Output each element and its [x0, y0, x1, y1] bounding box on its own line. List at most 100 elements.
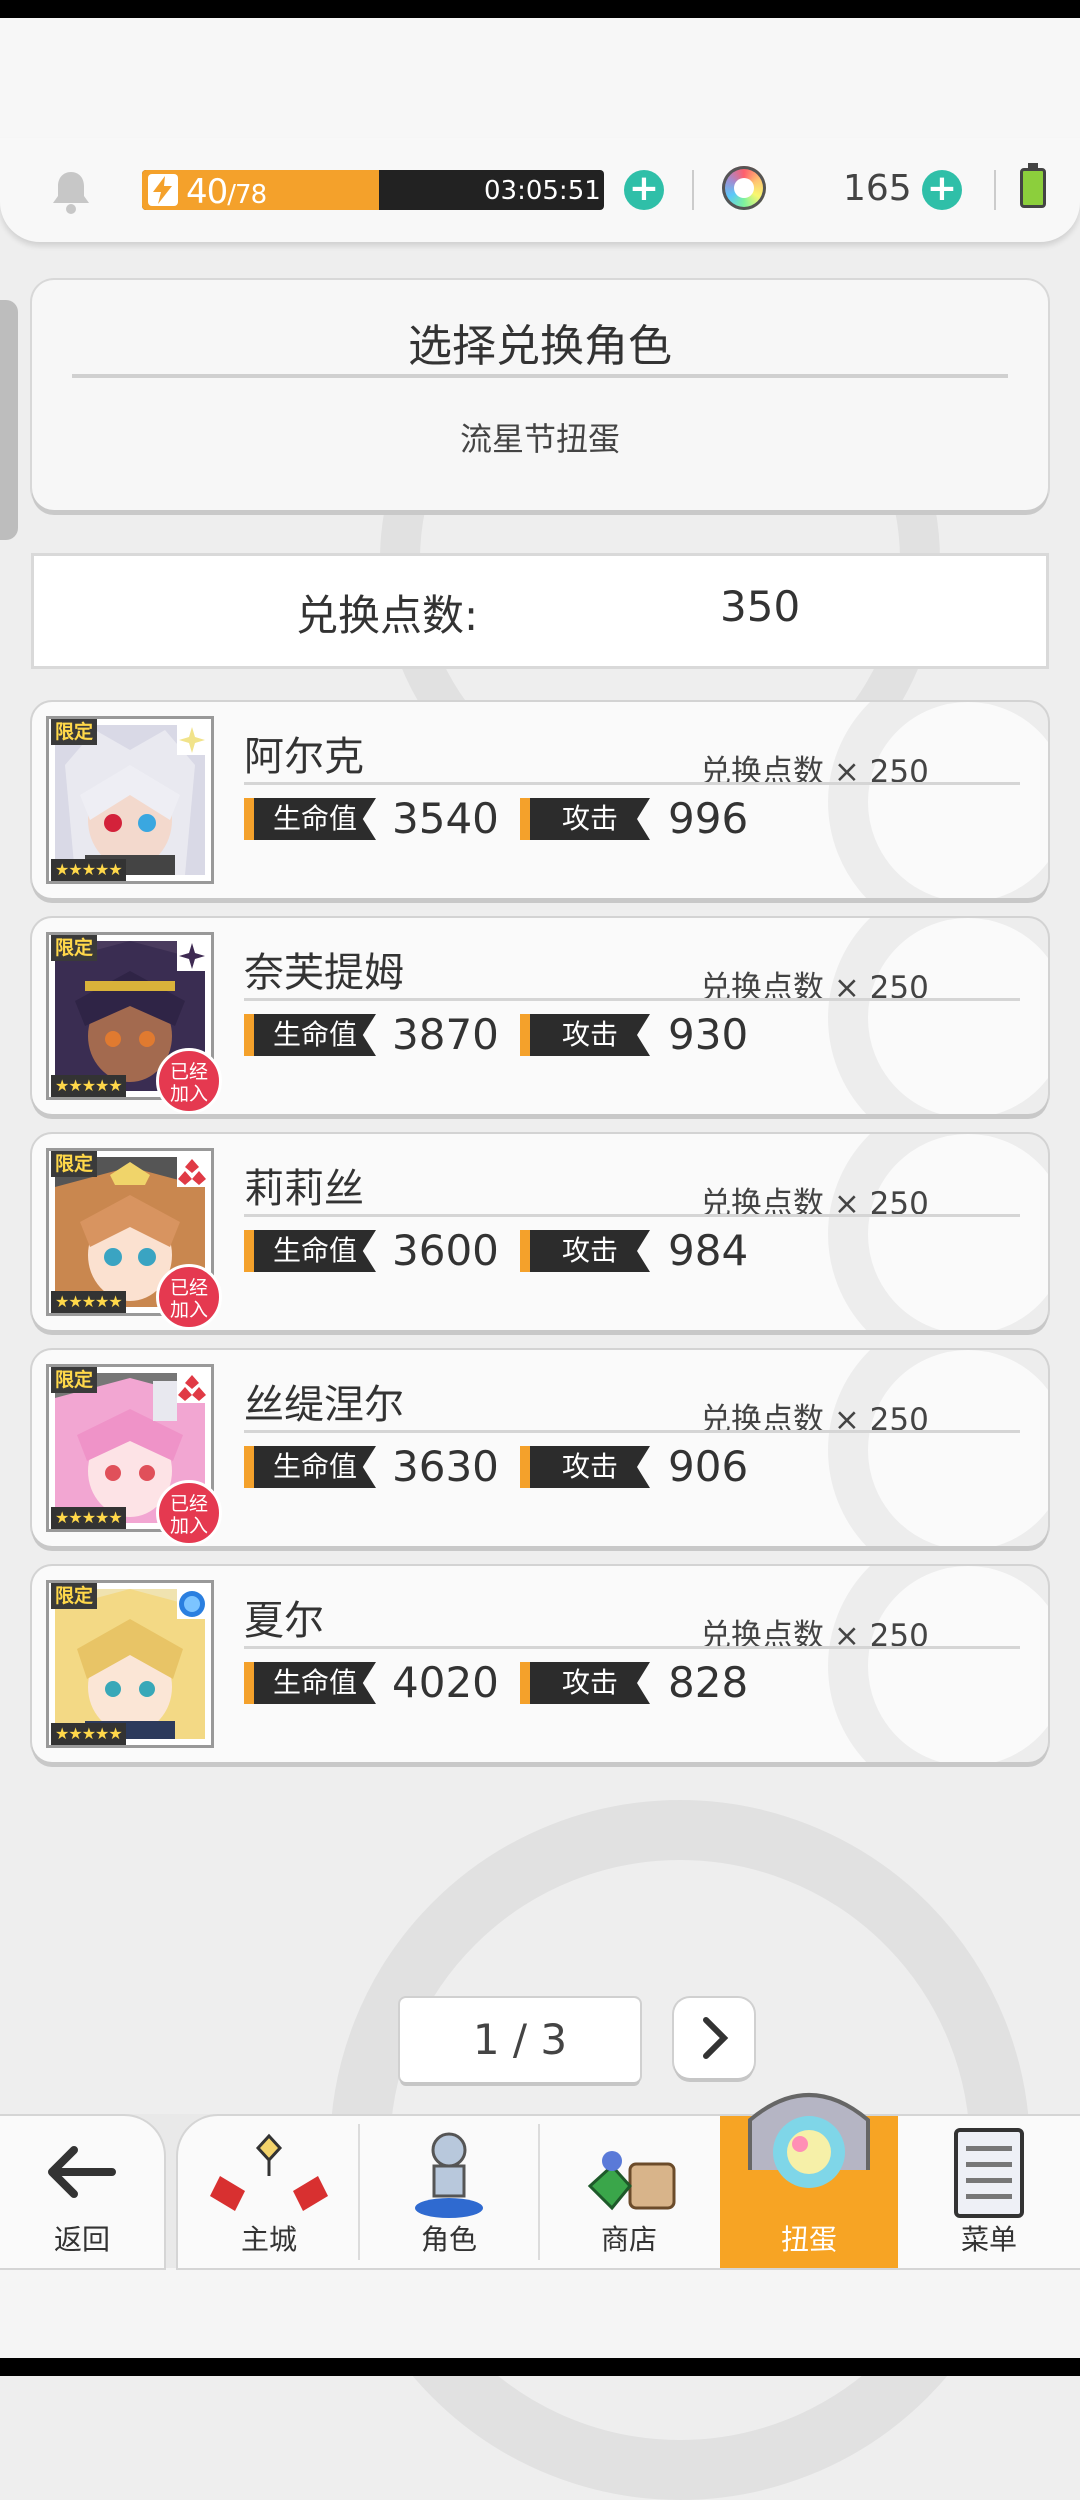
hp-value: 3600: [392, 1226, 499, 1275]
rarity-stars: ★★★★★: [51, 1291, 126, 1313]
character-name: 丝缇涅尔: [244, 1382, 404, 1428]
card-divider: [244, 1646, 1020, 1649]
character-card[interactable]: 限定 ★★★★★ 已经 加入 莉莉丝 兑换点数 × 250 生命值 3600 攻击…: [32, 1134, 1048, 1330]
bottom-nav-strip: [0, 2268, 1080, 2358]
character-name: 夏尔: [244, 1598, 324, 1644]
character-portrait: 限定 ★★★★★: [46, 1580, 214, 1748]
hud-divider: [994, 170, 996, 210]
hp-label: 生命值: [244, 1446, 376, 1488]
fire-element-icon: [177, 1157, 207, 1187]
attack-value: 906: [668, 1442, 749, 1491]
status-bar-top: [0, 0, 1080, 18]
nav-item-town[interactable]: 主城: [180, 2116, 358, 2268]
attack-value: 930: [668, 1010, 749, 1059]
chevron-right-icon: [703, 2017, 729, 2059]
fire-element-icon: [177, 1373, 207, 1403]
nav-label: 商店: [600, 2223, 657, 2256]
card-gear-decoration: [828, 702, 1048, 898]
nav-label: 菜单: [960, 2223, 1017, 2256]
nav-item-shop[interactable]: 商店: [540, 2116, 718, 2268]
nav-item-characters[interactable]: 角色: [360, 2116, 538, 2268]
bell-icon[interactable]: [50, 168, 92, 216]
attack-label: 攻击: [520, 1014, 650, 1056]
rarity-stars: ★★★★★: [51, 859, 126, 881]
card-gear-decoration: [828, 1566, 1048, 1762]
character-name: 奈芙提姆: [244, 950, 404, 996]
shop-icon: [587, 2151, 676, 2211]
limited-tag: 限定: [51, 1583, 98, 1609]
card-gear-decoration: [828, 1350, 1048, 1546]
joined-badge: 已经 加入: [156, 1048, 222, 1114]
battery-icon: [1020, 168, 1046, 208]
hp-label: 生命值: [244, 798, 376, 840]
nav-item-gacha[interactable]: 扭蛋: [720, 2093, 898, 2268]
character-card[interactable]: 限定 ★★★★★ 夏尔 兑换点数 × 250 生命值 4020 攻击 828: [32, 1566, 1048, 1762]
points-box: [34, 556, 1046, 666]
card-divider: [244, 1430, 1020, 1433]
nav-label: 角色: [420, 2223, 477, 2256]
gacha-icon: [748, 2093, 870, 2188]
top-spacer: [0, 18, 1080, 138]
limited-tag: 限定: [51, 719, 98, 745]
page-indicator: 1 / 3: [400, 1998, 640, 2082]
card-gear-decoration: [828, 918, 1048, 1114]
status-bar-bottom: [0, 2358, 1080, 2376]
attack-value: 984: [668, 1226, 749, 1275]
attack-label: 攻击: [520, 1446, 650, 1488]
attack-label: 攻击: [520, 1230, 650, 1272]
title-divider: [72, 374, 1008, 378]
points-label: 兑换点数:: [296, 591, 479, 640]
nav-item-menu[interactable]: 菜单: [900, 2116, 1078, 2268]
character-card[interactable]: 限定 ★★★★★ 已经 加入 奈芙提姆 兑换点数 × 250 生命值 3870 攻…: [32, 918, 1048, 1114]
attack-value: 996: [668, 794, 749, 843]
attack-label: 攻击: [520, 1662, 650, 1704]
points-value: 350: [720, 582, 801, 631]
card-divider: [244, 782, 1020, 785]
character-card[interactable]: 限定 ★★★★★ 已经 加入 丝缇涅尔 兑换点数 × 250 生命值 3630 攻…: [32, 1350, 1048, 1546]
card-gear-decoration: [828, 1134, 1048, 1330]
page-subtitle: 流星节扭蛋: [459, 420, 620, 458]
nav-label: 主城: [240, 2223, 297, 2256]
stamina-value: 40/78: [186, 172, 267, 212]
add-stamina-button[interactable]: +: [624, 170, 664, 210]
rarity-stars: ★★★★★: [51, 1723, 126, 1745]
gem-count: 165: [843, 168, 912, 209]
dark-element-icon: [177, 941, 207, 971]
page-title: 选择兑换角色: [408, 321, 672, 372]
lightning-icon: [148, 174, 178, 206]
add-gems-button[interactable]: +: [922, 170, 962, 210]
nav-label: 扭蛋: [780, 2223, 837, 2256]
next-page-button[interactable]: [674, 1998, 754, 2078]
water-element-icon: [177, 1589, 207, 1619]
stamina-timer: 03:05:51: [484, 176, 601, 206]
hp-label: 生命值: [244, 1014, 376, 1056]
joined-badge: 已经 加入: [156, 1264, 222, 1330]
hp-value: 3540: [392, 794, 499, 843]
town-icon: [210, 2133, 328, 2211]
side-pull-tab[interactable]: [0, 300, 18, 540]
attack-value: 828: [668, 1658, 749, 1707]
hp-value: 3630: [392, 1442, 499, 1491]
card-divider: [244, 1214, 1020, 1217]
hp-value: 4020: [392, 1658, 499, 1707]
hp-label: 生命值: [244, 1230, 376, 1272]
character-name: 阿尔克: [244, 734, 364, 780]
character-icon: [415, 2132, 483, 2218]
character-portrait: 限定 ★★★★★: [46, 716, 214, 884]
light-element-icon: [177, 725, 207, 755]
limited-tag: 限定: [51, 1367, 98, 1393]
joined-badge: 已经 加入: [156, 1480, 222, 1546]
rarity-stars: ★★★★★: [51, 1075, 126, 1097]
back-label: 返回: [53, 2223, 110, 2256]
character-name: 莉莉丝: [244, 1166, 364, 1212]
menu-list-icon: [954, 2128, 1024, 2218]
character-card[interactable]: 限定 ★★★★★ 阿尔克 兑换点数 × 250 生命值 3540 攻击 996: [32, 702, 1048, 898]
limited-tag: 限定: [51, 1151, 98, 1177]
limited-tag: 限定: [51, 935, 98, 961]
hp-label: 生命值: [244, 1662, 376, 1704]
arrow-left-icon: [48, 2146, 116, 2198]
back-button[interactable]: 返回: [0, 2116, 164, 2268]
rarity-stars: ★★★★★: [51, 1507, 126, 1529]
hud-divider: [692, 170, 694, 210]
gem-icon-center: [734, 178, 754, 198]
